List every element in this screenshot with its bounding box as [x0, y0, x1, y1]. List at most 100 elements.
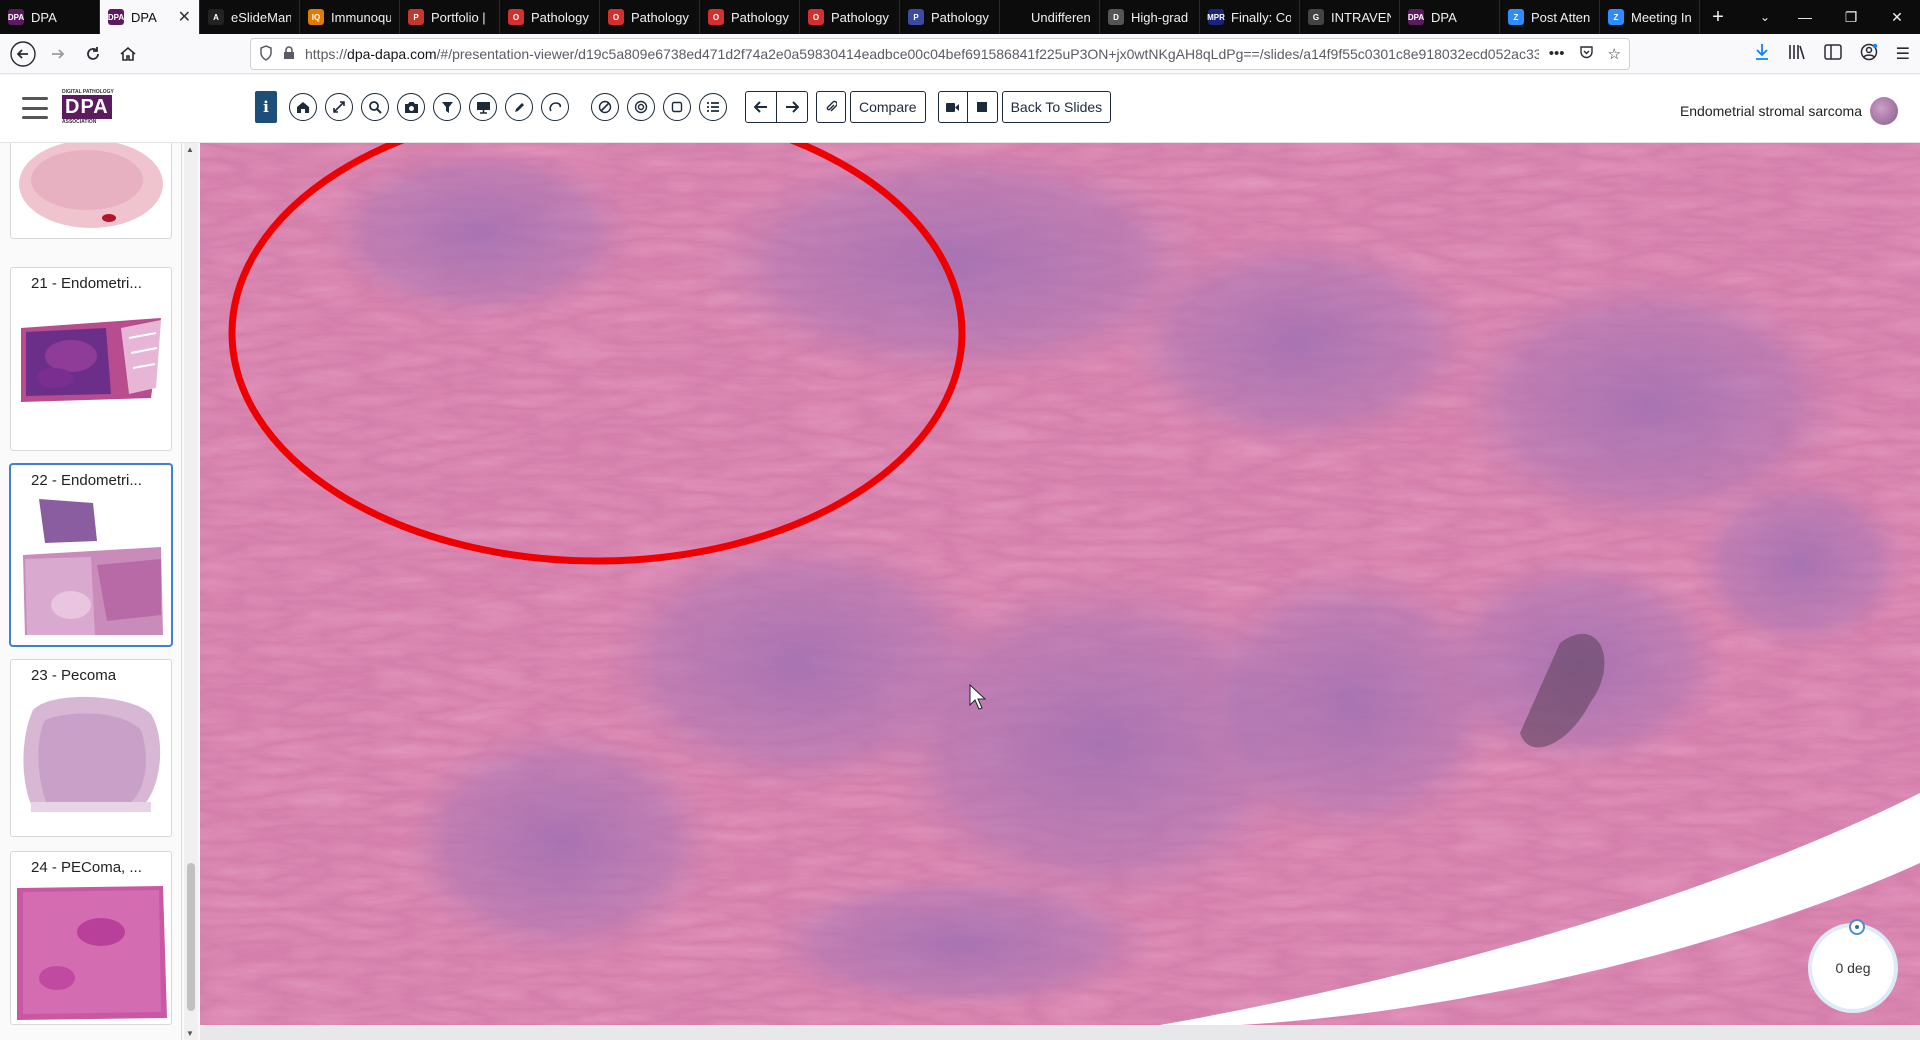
tab-title: eSlideMan [231, 9, 291, 25]
ellipse-tool-button[interactable] [627, 93, 655, 121]
compare-button[interactable]: Compare [850, 91, 926, 123]
slide-thumbnail [11, 298, 171, 438]
home-icon[interactable] [113, 39, 143, 69]
video-record-icon[interactable] [937, 91, 968, 123]
filter-button[interactable] [433, 93, 461, 121]
freehand-lasso-button[interactable] [541, 93, 569, 121]
attachment-paperclip-button[interactable] [816, 91, 846, 123]
slide-card-24[interactable]: 24 - PEComa, ... [10, 851, 172, 1025]
forward-arrow-icon[interactable] [43, 39, 73, 69]
close-tab-icon[interactable]: ✕ [178, 7, 191, 27]
browser-tab[interactable]: DPA DPA ✕ [100, 0, 200, 34]
pencil-annotate-button[interactable] [505, 93, 533, 121]
scrollbar-thumb[interactable] [187, 863, 195, 1011]
pocket-icon[interactable] [1579, 45, 1594, 64]
menu-hamburger-icon[interactable] [22, 97, 48, 119]
browser-tab[interactable]: Z Meeting In [1600, 0, 1700, 34]
sidebar-scrollbar[interactable]: ▲ ▼ [184, 143, 198, 1040]
browser-tab[interactable]: P Portfolio | [400, 0, 500, 34]
tab-title: Pathology [831, 9, 889, 25]
lock-icon[interactable] [283, 45, 295, 63]
tab-favicon-icon: DPA [8, 9, 24, 25]
tab-favicon-icon: MPR [1207, 9, 1225, 25]
scroll-up-arrow-icon[interactable]: ▲ [186, 145, 194, 154]
measure-line-button[interactable] [591, 93, 619, 121]
slide-title: Endometrial stromal sarcoma [1679, 103, 1862, 119]
page-actions-icon[interactable]: ••• [1549, 45, 1565, 64]
restore-icon[interactable]: ❐ [1828, 0, 1874, 34]
slide-card-label: 23 - Pecoma [31, 666, 117, 684]
tab-list-chevron-icon[interactable]: ⌄ [1750, 0, 1780, 34]
window-controls: — ❐ ✕ [1782, 0, 1920, 34]
tab-title: Immunoqu [331, 9, 391, 25]
browser-tab-strip: DPA DPA DPA DPA ✕ AeSlideMan IQ Immunoqu P Portfo… [0, 0, 1920, 34]
new-tab-button[interactable]: + [1700, 0, 1736, 34]
browser-navbar: https://dpa-dapa.com/#/presentation-view… [0, 34, 1920, 74]
browser-tab[interactable]: DPA DPA [0, 0, 100, 34]
slide-viewer-canvas[interactable]: 0 deg [200, 143, 1920, 1025]
tab-favicon-icon: P [908, 9, 924, 25]
browser-tab[interactable]: P Pathology [900, 0, 1000, 34]
stop-square-icon[interactable] [967, 91, 998, 123]
rotation-dial[interactable]: 0 deg [1808, 919, 1898, 1013]
browser-tab[interactable]: O Pathology [700, 0, 800, 34]
home-view-button[interactable] [289, 93, 317, 121]
histology-image [200, 143, 1920, 1025]
tab-favicon-icon: O [708, 9, 724, 25]
presentation-display-button[interactable] [469, 93, 497, 121]
browser-tab[interactable]: G INTRAVEN [1300, 0, 1400, 34]
next-slide-arrow-icon[interactable] [777, 91, 808, 123]
sidebar-toggle-icon[interactable] [1823, 43, 1842, 65]
back-arrow-icon[interactable] [8, 39, 38, 69]
slide-card-23[interactable]: 23 - Pecoma [10, 659, 172, 837]
previous-slide-arrow-icon[interactable] [745, 91, 777, 123]
slide-thumbnail [11, 143, 171, 236]
reload-icon[interactable] [78, 39, 108, 69]
browser-tab[interactable]: O Pathology [800, 0, 900, 34]
info-button[interactable]: i [255, 91, 277, 123]
browser-tab[interactable]: O Pathology [600, 0, 700, 34]
browser-tab[interactable]: IQ Immunoqu [300, 0, 400, 34]
slide-card-label: 21 - Endometri... [31, 274, 142, 292]
app-header: DIGITAL PATHOLOGY DPA ASSOCIATION i Comp… [0, 75, 1920, 143]
rectangle-tool-button[interactable] [663, 93, 691, 121]
user-avatar[interactable] [1870, 97, 1898, 125]
browser-tab[interactable]: MPR Finally: Co [1200, 0, 1300, 34]
zoom-magnifier-button[interactable] [361, 93, 389, 121]
browser-tab[interactable]: Undifferentiate [1000, 0, 1100, 34]
url-bar[interactable]: https://dpa-dapa.com/#/presentation-view… [250, 38, 1630, 70]
tracking-shield-icon[interactable] [259, 44, 273, 64]
tab-favicon-icon: D [1108, 9, 1124, 25]
tab-favicon-icon: IQ [308, 9, 324, 25]
camera-snapshot-button[interactable] [397, 93, 425, 121]
tab-title: Pathology [731, 9, 789, 25]
downloads-icon[interactable] [1754, 43, 1770, 66]
browser-tab[interactable]: Z Post Atten [1500, 0, 1600, 34]
tab-favicon-icon: DPA [108, 9, 124, 25]
slide-card-21[interactable]: 21 - Endometri... [10, 267, 172, 451]
tab-title: Finally: Co [1231, 9, 1291, 25]
account-icon[interactable] [1860, 43, 1878, 66]
bookmark-star-icon[interactable]: ☆ [1608, 45, 1621, 64]
dpa-logo[interactable]: DIGITAL PATHOLOGY DPA ASSOCIATION [62, 89, 118, 129]
tab-title: Pathology [531, 9, 589, 25]
browser-tab[interactable]: DPA DPA [1400, 0, 1500, 34]
close-window-icon[interactable]: ✕ [1874, 0, 1920, 34]
tab-list: DPA DPA DPA DPA ✕ AeSlideMan IQ Immunoqu P Portfo… [0, 0, 1700, 34]
browser-tab[interactable]: AeSlideMan [200, 0, 300, 34]
fullscreen-expand-button[interactable] [325, 93, 353, 121]
browser-tab[interactable]: D High-grad [1100, 0, 1200, 34]
browser-tab[interactable]: O Pathology [500, 0, 600, 34]
tab-favicon-icon: O [608, 9, 624, 25]
tab-title: INTRAVEN [1331, 9, 1391, 25]
app-menu-icon[interactable]: ☰ [1896, 44, 1910, 64]
rotation-knob[interactable] [1849, 919, 1865, 935]
minimize-icon[interactable]: — [1782, 0, 1828, 34]
annotation-list-button[interactable] [699, 93, 727, 121]
slide-card-partial[interactable] [10, 143, 172, 239]
scroll-down-arrow-icon[interactable]: ▼ [186, 1029, 194, 1038]
back-to-slides-button[interactable]: Back To Slides [1001, 91, 1112, 123]
slide-card-label: 24 - PEComa, ... [31, 858, 142, 876]
slide-card-22[interactable]: 22 - Endometri... [10, 464, 172, 646]
library-icon[interactable] [1788, 44, 1806, 65]
